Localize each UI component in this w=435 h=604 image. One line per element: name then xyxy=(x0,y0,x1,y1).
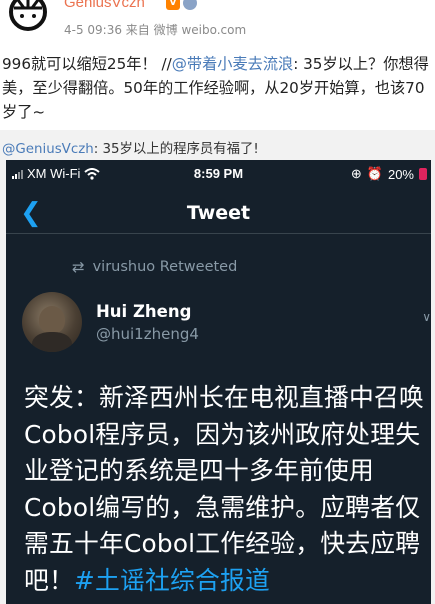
battery-percent: 20% xyxy=(387,166,414,182)
more-options-icon[interactable]: ∨ xyxy=(422,310,431,324)
post-text-before: 996就可以缩短25年！ // xyxy=(2,55,172,73)
repost-user-link[interactable]: @GeniusVczh xyxy=(2,142,94,157)
status-right: ⊕ ⏰ 20% xyxy=(351,166,427,182)
retweeted-indicator: ⇄ virushuo Retweeted xyxy=(72,258,237,276)
tweet-nav-bar: ❮ Tweet xyxy=(6,194,431,234)
battery-icon xyxy=(419,168,427,180)
verified-badge-icon xyxy=(183,0,197,10)
nav-title: Tweet xyxy=(186,202,251,224)
vip-badge-icon: V xyxy=(166,0,180,10)
post-mention-link[interactable]: @带着小麦去流浪 xyxy=(172,55,294,73)
alarm-icon: ⏰ xyxy=(366,166,383,181)
tweet-body: 突发：新泽西州长在电视直播中召唤Cobol程序员，因为该州政府处理失业登记的系统… xyxy=(24,380,431,600)
retweet-icon: ⇄ xyxy=(72,258,85,276)
user-avatar[interactable] xyxy=(4,0,52,40)
author-handle[interactable]: @hui1zheng4 xyxy=(96,325,199,343)
embedded-tweet-screenshot[interactable]: XM Wi-Fi 8:59 PM ⊕ ⏰ 20% ❮ Tweet ⇄ virus… xyxy=(6,160,431,604)
post-text: 996就可以缩短25年！ //@带着小麦去流浪: 35岁以上？你想得美，至少得翻… xyxy=(2,52,432,124)
repost-content: : 35岁以上的程序员有福了! xyxy=(93,142,259,157)
retweeted-by-label[interactable]: virushuo Retweeted xyxy=(93,259,238,275)
tweet-text: 突发：新泽西州长在电视直播中召唤Cobol程序员，因为该州政府处理失业登记的系统… xyxy=(24,383,424,595)
repost-text: @GeniusVczh: 35岁以上的程序员有福了! xyxy=(2,137,259,157)
author-avatar[interactable] xyxy=(22,292,82,352)
hashtag-link[interactable]: #土谣社综合报道 xyxy=(74,566,270,595)
author-name[interactable]: Hui Zheng xyxy=(96,302,191,321)
username[interactable]: GeniusVczh xyxy=(64,0,145,11)
phone-status-bar: XM Wi-Fi 8:59 PM ⊕ ⏰ 20% xyxy=(6,160,431,188)
weibo-post-header: GeniusVczh V 4-5 09:36 来自 微博 weibo.com xyxy=(0,0,435,44)
user-badges: V xyxy=(166,0,197,10)
post-meta: 4-5 09:36 来自 微博 weibo.com xyxy=(64,23,247,37)
rotation-lock-icon: ⊕ xyxy=(350,166,362,181)
avatar-icon xyxy=(4,0,52,40)
